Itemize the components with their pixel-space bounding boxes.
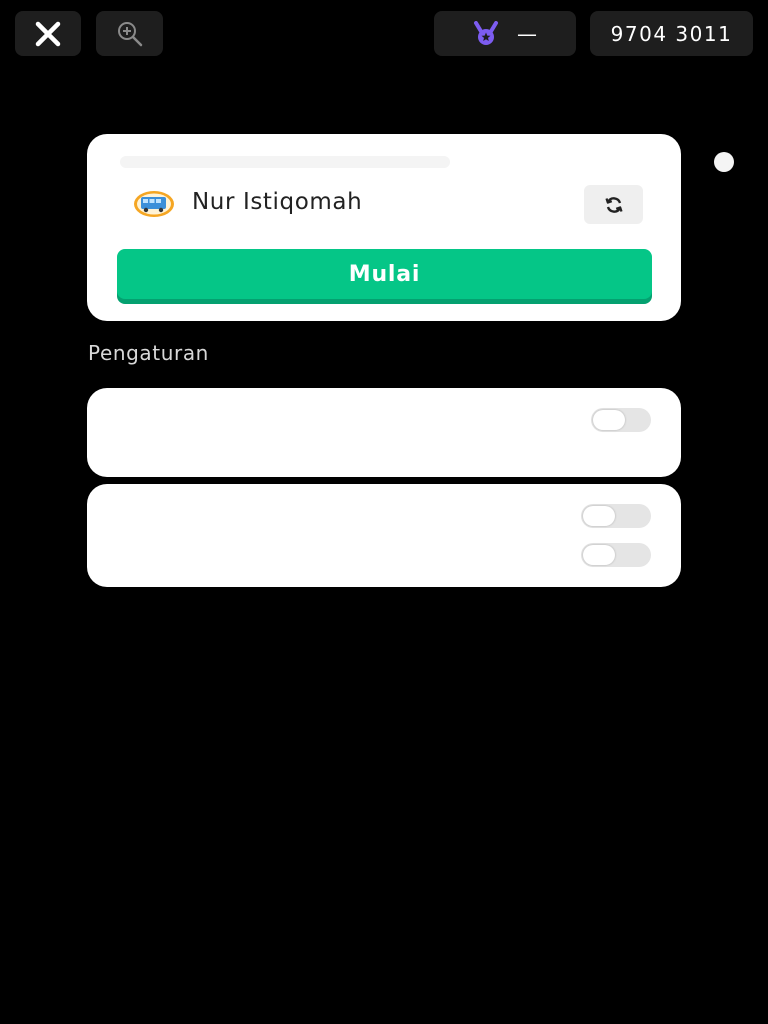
refresh-name-button[interactable] [584, 185, 643, 224]
faded-icon-placeholder [714, 152, 734, 172]
toggle-knob [593, 410, 625, 430]
zoom-button[interactable] [96, 11, 163, 56]
faded-header [120, 150, 734, 174]
refresh-icon [604, 196, 623, 213]
start-button[interactable]: Mulai [117, 249, 652, 299]
faded-text-placeholder [120, 156, 450, 168]
toggle-knob [583, 506, 615, 526]
settings-card [87, 484, 681, 587]
medal-value: — [517, 21, 537, 46]
settings-heading: Pengaturan [88, 341, 209, 365]
settings-card [87, 388, 681, 477]
player-name: Nur Istiqomah [192, 189, 363, 215]
setting-toggle[interactable] [581, 504, 651, 528]
game-code[interactable]: 9704 3011 [590, 11, 753, 56]
medal-status[interactable]: — [434, 11, 576, 56]
bus-avatar-icon [134, 191, 174, 217]
medal-icon [474, 20, 498, 45]
setting-toggle[interactable] [581, 543, 651, 567]
close-button[interactable] [15, 11, 81, 56]
zoom-in-icon [117, 21, 142, 46]
setting-toggle[interactable] [591, 408, 651, 432]
toggle-knob [583, 545, 615, 565]
close-icon [35, 21, 61, 46]
